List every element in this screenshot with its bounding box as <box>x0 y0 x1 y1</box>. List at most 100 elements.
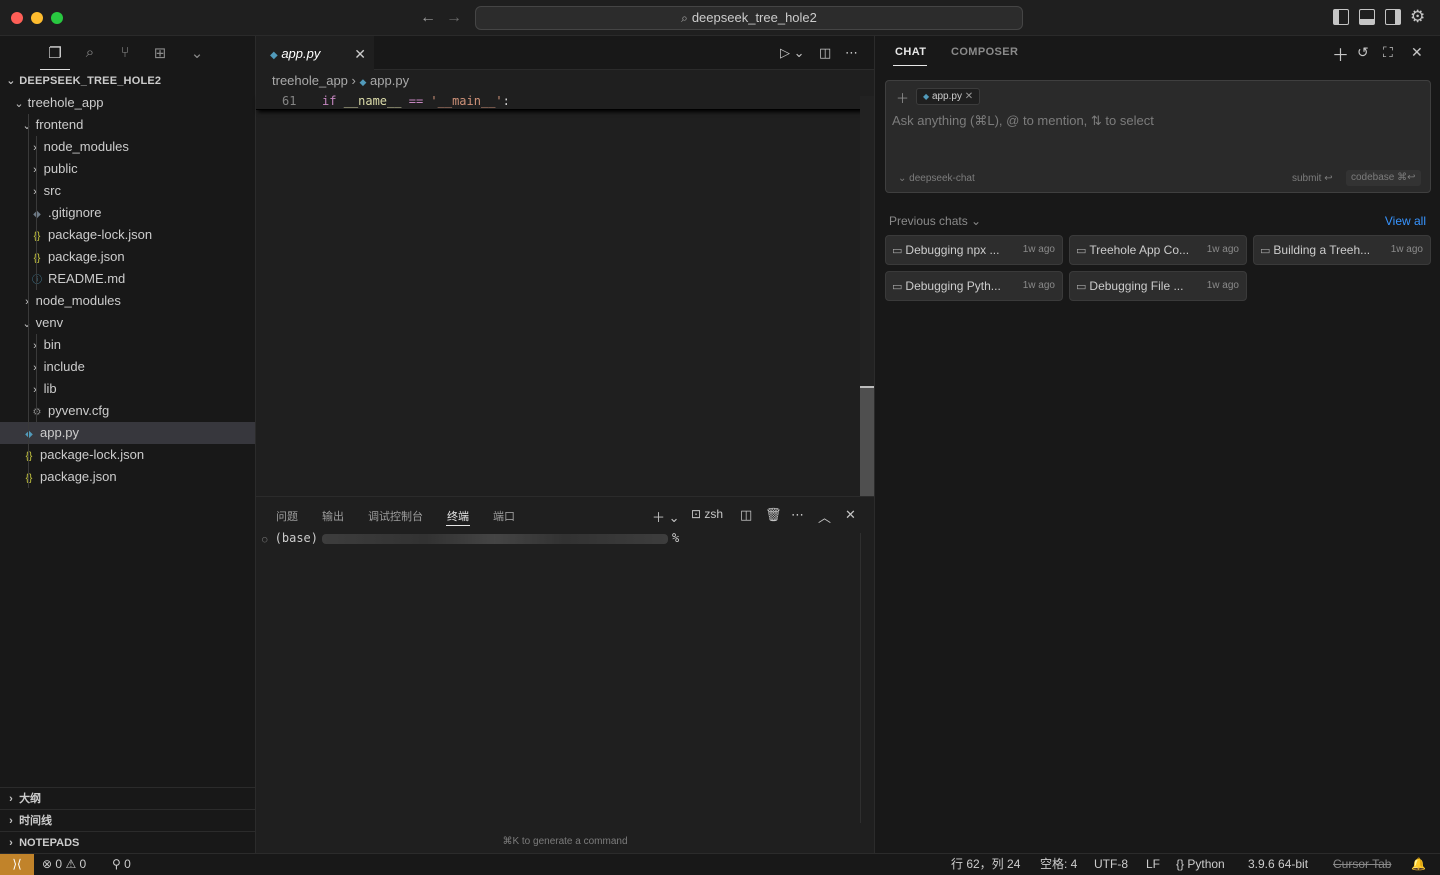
previous-chat-card[interactable]: ▭ Treehole App Co... 1w ago <box>1069 235 1247 265</box>
close-panel-icon[interactable]: ✕ <box>845 507 856 523</box>
folder-item[interactable]: › lib <box>0 378 255 400</box>
folder-item[interactable]: › src <box>0 180 255 202</box>
encoding-status[interactable]: UTF-8 <box>1094 854 1128 875</box>
explorer-files-icon[interactable]: ❐ <box>46 44 64 62</box>
tab-ports[interactable]: 端口 <box>493 508 515 524</box>
indent-guide <box>28 114 29 136</box>
model-selector[interactable]: ⌄ deepseek-chat <box>898 173 975 184</box>
folder-item[interactable]: › include <box>0 356 255 378</box>
extensions-icon[interactable]: ⊞ <box>151 44 169 62</box>
close-window-button[interactable] <box>11 12 23 24</box>
previous-chat-card[interactable]: ▭ Building a Treeh... 1w ago <box>1253 235 1431 265</box>
folder-item[interactable]: ⌄ venv <box>0 312 255 334</box>
more-actions-icon[interactable]: ⋯ <box>791 507 804 523</box>
forward-arrow-icon[interactable]: → <box>446 9 462 27</box>
terminal-scrollbar[interactable] <box>860 533 861 823</box>
toggle-primary-sidebar-icon[interactable] <box>1333 9 1349 25</box>
notepads-section[interactable]: › NOTEPADS <box>0 831 256 853</box>
eol-status[interactable]: LF <box>1146 854 1160 875</box>
close-tab-icon[interactable]: ✕ <box>354 37 366 71</box>
file-item[interactable]: ◆ app.py <box>0 422 255 444</box>
chevron-down-icon: ⌄ <box>14 98 24 110</box>
split-editor-icon[interactable]: ◫ <box>819 45 831 61</box>
tab-composer[interactable]: COMPOSER <box>951 46 1018 58</box>
indent-guide <box>28 136 29 158</box>
new-terminal-icon[interactable]: ＋ ⌄ <box>652 507 680 526</box>
tab-chat[interactable]: CHAT <box>895 46 926 58</box>
folder-item[interactable]: › node_modules <box>0 136 255 158</box>
timeline-section[interactable]: › 时间线 <box>0 809 256 831</box>
file-item[interactable]: {} package.json <box>0 466 255 488</box>
remove-pill-icon[interactable]: ✕ <box>965 91 973 102</box>
identifier-token: __name__ <box>343 94 402 108</box>
previous-chats-header[interactable]: Previous chats ⌄ <box>889 214 981 228</box>
cursor-tab-status[interactable]: Cursor Tab <box>1333 854 1391 875</box>
close-chat-icon[interactable]: ✕ <box>1411 44 1423 61</box>
maximize-chat-icon[interactable]: ⛶ <box>1383 44 1393 61</box>
file-item[interactable]: ⚙ pyvenv.cfg <box>0 400 255 422</box>
folder-item[interactable]: › node_modules <box>0 290 255 312</box>
file-item[interactable]: ◆ .gitignore <box>0 202 255 224</box>
problems-status[interactable]: ⊗ 0 ⚠ 0 <box>42 854 86 875</box>
language-mode[interactable]: {} Python <box>1176 854 1225 875</box>
history-icon[interactable]: ↺ <box>1357 44 1369 61</box>
previous-chat-card[interactable]: ▭ Debugging Pyth... 1w ago <box>885 271 1063 301</box>
chat-bubble-icon: ▭ <box>892 281 903 293</box>
file-item[interactable]: {} package-lock.json <box>0 444 255 466</box>
outline-section[interactable]: › 大纲 <box>0 787 256 809</box>
notifications-bell-icon[interactable]: 🔔 <box>1411 854 1426 875</box>
minimize-window-button[interactable] <box>31 12 43 24</box>
settings-gear-icon[interactable]: ⚙ <box>1410 7 1426 26</box>
python-interpreter[interactable]: 3.9.6 64-bit <box>1248 854 1308 875</box>
folder-item[interactable]: › public <box>0 158 255 180</box>
editor-group: ◆ app.py ✕ ▷ ⌄ ◫ ⋯ treehole_app › ◆ app.… <box>256 36 874 496</box>
source-control-icon[interactable]: ⑂ <box>116 44 134 62</box>
tab-terminal[interactable]: 终端 <box>447 508 469 524</box>
indentation-status[interactable]: 空格: 4 <box>1040 854 1077 875</box>
terminal-shell-selector[interactable]: ⊡ zsh <box>691 507 723 521</box>
file-item[interactable]: {} package-lock.json <box>0 224 255 246</box>
cursor-position[interactable]: 行 62，列 24 <box>951 854 1020 875</box>
terminal-prompt-line[interactable]: ○ (base)% <box>262 531 679 545</box>
tab-app-py[interactable]: ◆ app.py ✕ <box>256 36 374 70</box>
previous-chat-card[interactable]: ▭ Debugging npx ... 1w ago <box>885 235 1063 265</box>
ports-status[interactable]: ⚲ 0 <box>112 854 131 875</box>
sticky-code-line[interactable]: 61 if __name__ == '__main__': <box>256 92 874 110</box>
search-icon[interactable]: ⌕ <box>81 44 99 62</box>
indent-guide <box>36 334 37 356</box>
maximize-panel-icon[interactable]: ︿ <box>818 507 831 526</box>
remote-indicator-icon[interactable]: ⟩⟨ <box>0 854 34 875</box>
toggle-panel-icon[interactable] <box>1359 9 1375 25</box>
workspace-header[interactable]: ⌄ DEEPSEEK_TREE_HOLE2 <box>0 70 255 92</box>
folder-item[interactable]: ⌄ treehole_app <box>0 92 255 114</box>
add-context-icon[interactable]: ＋ <box>896 88 909 107</box>
back-arrow-icon[interactable]: ← <box>420 9 436 27</box>
folder-item[interactable]: › bin <box>0 334 255 356</box>
folder-item[interactable]: ⌄ frontend <box>0 114 255 136</box>
breadcrumb-folder[interactable]: treehole_app <box>272 73 348 88</box>
tab-output[interactable]: 输出 <box>322 508 344 524</box>
toggle-secondary-sidebar-icon[interactable] <box>1385 9 1401 25</box>
run-file-icon[interactable]: ▷ ⌄ <box>780 45 805 61</box>
split-terminal-icon[interactable]: ◫ <box>740 507 752 523</box>
previous-chat-card[interactable]: ▭ Debugging File ... 1w ago <box>1069 271 1247 301</box>
chat-input-placeholder[interactable]: Ask anything (⌘L), @ to mention, ⇅ to se… <box>892 113 1154 129</box>
file-item[interactable]: {} package.json <box>0 246 255 268</box>
more-actions-icon[interactable]: ⋯ <box>845 45 858 61</box>
submit-button[interactable]: submit ↩ <box>1292 173 1333 184</box>
codebase-button[interactable]: codebase ⌘↩ <box>1346 170 1421 186</box>
zoom-window-button[interactable] <box>51 12 63 24</box>
tab-debug-console[interactable]: 调试控制台 <box>368 508 423 524</box>
trash-icon[interactable]: 🗑 <box>765 507 782 523</box>
view-all-link[interactable]: View all <box>1385 214 1426 228</box>
breadcrumb-file[interactable]: app.py <box>370 73 409 88</box>
more-views-chevron-icon[interactable]: ⌄ <box>188 44 206 62</box>
chat-input-box[interactable]: ＋ ◆ app.py ✕ Ask anything (⌘L), @ to men… <box>885 80 1431 193</box>
editor-scrollbar-thumb[interactable] <box>860 386 874 496</box>
tree-item-label: package.json <box>48 249 125 264</box>
command-center-search[interactable]: ⌕ deepseek_tree_hole2 <box>475 6 1023 30</box>
context-file-pill[interactable]: ◆ app.py ✕ <box>916 88 981 105</box>
new-chat-icon[interactable]: ＋ <box>1332 41 1349 66</box>
tab-problems[interactable]: 问题 <box>276 508 298 524</box>
file-item[interactable]: ⓘ README.md <box>0 268 255 290</box>
